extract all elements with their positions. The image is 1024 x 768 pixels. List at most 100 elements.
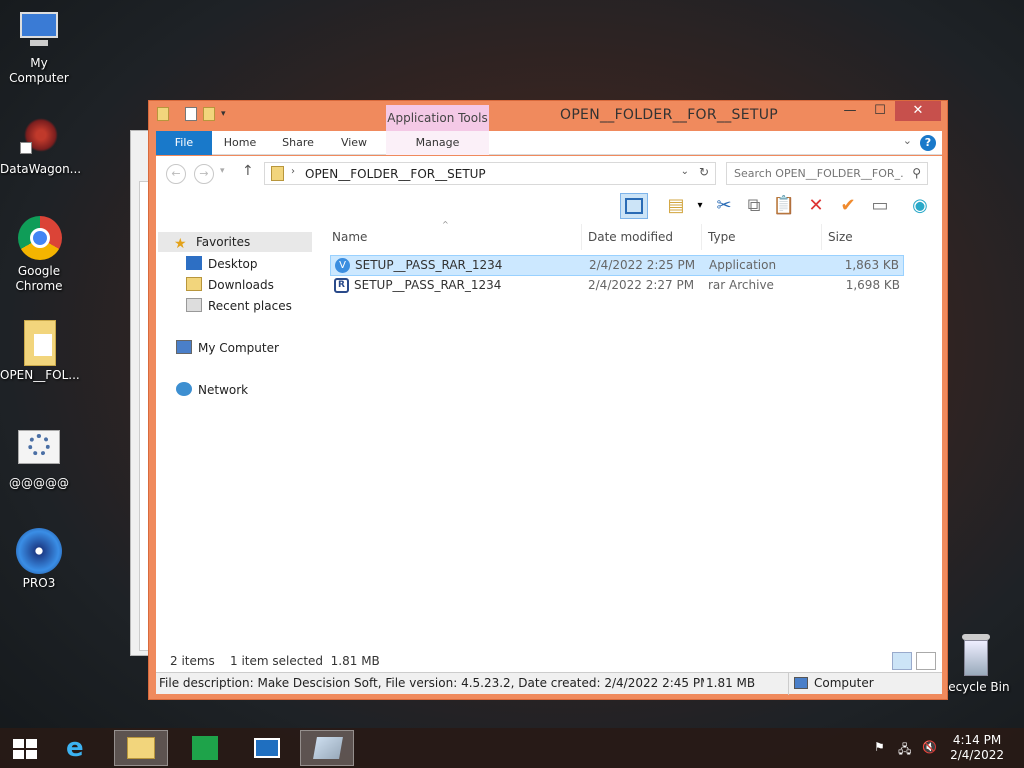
desktop-icon-datawagon[interactable]: DataWagon...	[0, 114, 81, 177]
status-bar: 2 items 1 item selected 1.81 MB	[156, 652, 942, 672]
tab-share[interactable]: Share	[276, 131, 320, 155]
refresh-icon[interactable]: ↻	[699, 165, 709, 179]
column-header-name[interactable]: Name	[326, 224, 582, 250]
details-view-icon[interactable]	[892, 652, 912, 670]
clock-date: 2/4/2022	[950, 748, 1004, 762]
maximize-button[interactable]: ☐	[865, 101, 895, 121]
breadcrumb-chevron-icon[interactable]: ›	[291, 166, 295, 177]
star-icon: ★	[174, 236, 187, 252]
qat-dropdown-icon[interactable]: ▾	[221, 109, 226, 119]
nav-label: Recent places	[208, 299, 292, 313]
address-dropdown-icon[interactable]: ⌄	[681, 166, 689, 177]
tab-file[interactable]: File	[156, 131, 212, 155]
settings-gear-icon	[16, 428, 62, 474]
rename-icon[interactable]: ▭	[866, 193, 894, 219]
window-controls: — ☐ ✕	[835, 101, 941, 121]
action-center-flag-icon[interactable]: ⚑	[874, 740, 890, 756]
properties-icon[interactable]	[185, 107, 197, 121]
search-box[interactable]: ⚲	[726, 162, 928, 185]
chrome-icon	[16, 216, 62, 262]
nav-label: Network	[198, 383, 249, 397]
start-button[interactable]	[0, 730, 54, 766]
taskbar-mail[interactable]	[240, 730, 294, 766]
desktop-icon-pro3[interactable]: PRO3	[0, 528, 78, 591]
taskbar-store[interactable]	[178, 730, 232, 766]
taskbar-app[interactable]	[300, 730, 354, 766]
share-shell-icon[interactable]: ◉	[906, 193, 934, 219]
mail-icon	[254, 738, 280, 758]
details-size: 1.81 MB	[706, 676, 756, 690]
folder-small-icon[interactable]	[157, 107, 169, 121]
forward-button[interactable]: →	[194, 164, 214, 184]
tab-view[interactable]: View	[332, 131, 376, 155]
tab-home[interactable]: Home	[218, 131, 262, 155]
item-count: 2 items	[170, 654, 215, 668]
file-row[interactable]: V SETUP__PASS_RAR_1234 2/4/2022 2:25 PM …	[330, 255, 904, 276]
large-icons-view-icon[interactable]	[916, 652, 936, 670]
search-icon[interactable]: ⚲	[912, 166, 921, 180]
new-folder-icon[interactable]	[203, 107, 215, 121]
desktop-icon-label: My Computer	[9, 56, 69, 85]
rar-archive-icon: R	[334, 278, 349, 293]
up-button[interactable]: ↑	[242, 163, 254, 179]
desktop-icon-label: OPEN__FOL...	[0, 368, 80, 382]
file-list: ^ Name Date modified Type Size V SETUP__…	[326, 220, 942, 652]
column-header-size[interactable]: Size	[822, 224, 902, 250]
clock[interactable]: 4:14 PM 2/4/2022	[950, 733, 1004, 763]
title-bar[interactable]: ▾ Application Tools OPEN__FOLDER__FOR__S…	[149, 101, 947, 131]
volume-muted-icon[interactable]: 🔇	[922, 740, 938, 756]
preview-pane-button[interactable]	[620, 193, 648, 219]
nav-item-my-computer[interactable]: My Computer	[176, 338, 279, 358]
taskbar-internet-explorer[interactable]: e	[54, 730, 108, 766]
internet-explorer-icon: e	[66, 733, 84, 763]
desktop-icon-gear[interactable]: @@@@@	[0, 428, 78, 491]
folder-icon	[16, 320, 62, 366]
explorer-window: ▾ Application Tools OPEN__FOLDER__FOR__S…	[148, 100, 948, 700]
copy-icon[interactable]: ⧉	[740, 193, 768, 219]
desktop-icon-my-computer[interactable]: My Computer	[0, 8, 78, 86]
delete-icon[interactable]: ✕	[802, 193, 830, 219]
store-icon	[192, 736, 218, 760]
column-header-type[interactable]: Type	[702, 224, 822, 250]
address-row: ← → ▾ ↑ › OPEN__FOLDER__FOR__SETUP ⌄ ↻ ⚲	[156, 156, 942, 190]
view-toggle	[892, 652, 936, 670]
file-explorer-icon	[127, 737, 155, 759]
desktop-icon-open-folder[interactable]: OPEN__FOL...	[0, 320, 80, 383]
address-bar[interactable]: › OPEN__FOLDER__FOR__SETUP ⌄ ↻	[264, 162, 716, 185]
nav-item-downloads[interactable]: Downloads	[186, 275, 274, 295]
column-header-date[interactable]: Date modified	[582, 224, 702, 250]
file-size: 1,863 KB	[844, 258, 899, 272]
file-name: SETUP__PASS_RAR_1234	[354, 278, 502, 292]
recent-locations-icon[interactable]: ▾	[220, 166, 225, 176]
tab-manage[interactable]: Manage	[386, 131, 489, 155]
back-button[interactable]: ←	[166, 164, 186, 184]
network-tray-icon[interactable]: 🖧	[898, 740, 914, 756]
nav-item-network[interactable]: Network	[176, 380, 248, 400]
desktop-icon-label: Google Chrome	[15, 264, 63, 293]
nav-label: Desktop	[208, 257, 258, 271]
file-row[interactable]: R SETUP__PASS_RAR_1234 2/4/2022 2:27 PM …	[330, 276, 904, 297]
paste-icon[interactable]: 📋	[770, 193, 798, 219]
desktop-icon-label: PRO3	[22, 576, 56, 590]
desktop-icon-label: @@@@@	[9, 476, 69, 490]
checkmark-icon[interactable]: ✔	[834, 193, 862, 219]
network-icon	[176, 382, 192, 396]
nav-label: Favorites	[196, 235, 251, 249]
ribbon-expand-icon[interactable]: ⌄	[903, 134, 912, 147]
cut-icon[interactable]: ✂	[710, 193, 738, 219]
nav-item-desktop[interactable]: Desktop	[186, 254, 258, 274]
application-icon: V	[335, 258, 350, 273]
navigation-pane: ★ Favorites Desktop Downloads Recent plac…	[156, 224, 316, 652]
nav-label: Downloads	[208, 278, 274, 292]
search-input[interactable]	[734, 163, 904, 183]
desktop-icon-chrome[interactable]: Google Chrome	[0, 216, 78, 294]
minimize-button[interactable]: —	[835, 101, 865, 121]
nav-item-recent-places[interactable]: Recent places	[186, 296, 292, 316]
help-icon[interactable]: ?	[920, 135, 936, 151]
datawagon-icon	[16, 114, 62, 160]
taskbar-file-explorer[interactable]	[114, 730, 168, 766]
disc-icon	[16, 528, 62, 574]
address-path[interactable]: OPEN__FOLDER__FOR__SETUP	[305, 167, 486, 181]
nav-item-favorites[interactable]: ★ Favorites	[158, 232, 312, 252]
close-button[interactable]: ✕	[895, 101, 941, 121]
